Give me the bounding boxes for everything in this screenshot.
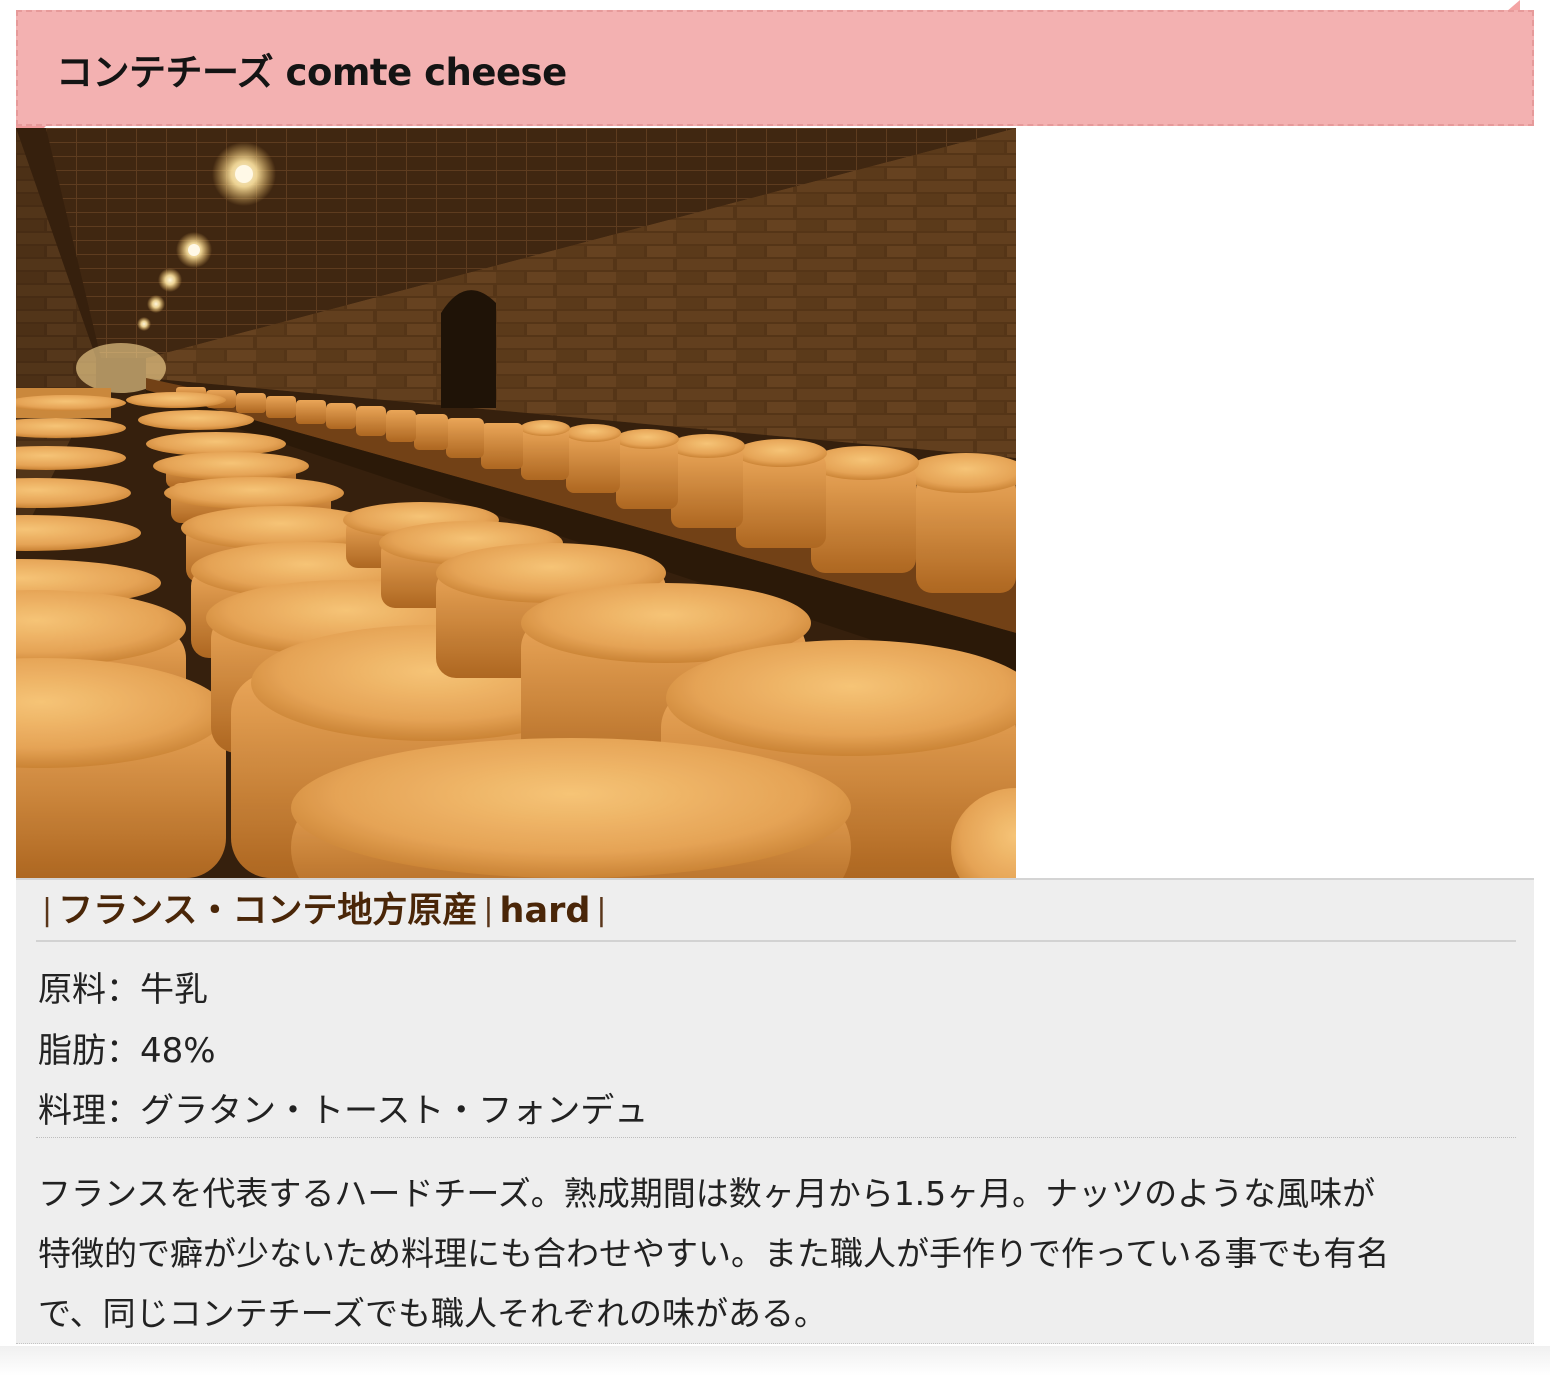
spec-fat: 脂肪：48% [38,1023,216,1072]
origin-heading: | フランス・コンテ地方原産 | hard | [36,888,1516,942]
description-line: 特徴的で癖が少ないため料理にも合わせやすい。また職人が手作りで作っている事でも有… [38,1234,1390,1273]
cheese-description: フランスを代表するハードチーズ。熟成期間は数ヶ月から1.5ヶ月。ナッツのような風… [38,1164,1518,1344]
origin-separator: | [483,893,494,928]
spec-value: 48% [140,1031,216,1071]
spec-value: グラタン・トースト・フォンデュ [140,1091,649,1131]
spec-separator: ： [106,1031,140,1071]
cheese-info-panel: | フランス・コンテ地方原産 | hard | 原料：牛乳 脂肪：48% 料理：グラタン… [16,878,1534,1344]
title-banner: コンテチーズ comte cheese [16,10,1534,126]
spec-ingredient: 原料：牛乳 [38,962,208,1011]
spec-label: 料理 [38,1091,106,1131]
spec-separator: ： [106,970,140,1010]
spec-value: 牛乳 [140,970,208,1010]
origin-separator: | [596,893,607,928]
spec-separator: ： [106,1091,140,1131]
spec-dishes: 料理：グラタン・トースト・フォンデュ [38,1083,648,1132]
origin-region: フランス・コンテ地方原産 [58,891,478,931]
description-line: で、同じコンテチーズでも職人それぞれの味がある。 [38,1294,828,1333]
cheese-cellar-photo [16,128,1016,878]
description-line: フランスを代表するハードチーズ。熟成期間は数ヶ月から1.5ヶ月。ナッツのような風… [38,1174,1376,1213]
page-title: コンテチーズ comte cheese [56,51,567,94]
divider [36,1137,1516,1138]
origin-separator: | [42,893,53,928]
cheese-type: hard [499,891,591,931]
page-bottom-shade [0,1346,1550,1376]
spec-label: 脂肪 [38,1031,106,1071]
spec-label: 原料 [38,970,106,1010]
